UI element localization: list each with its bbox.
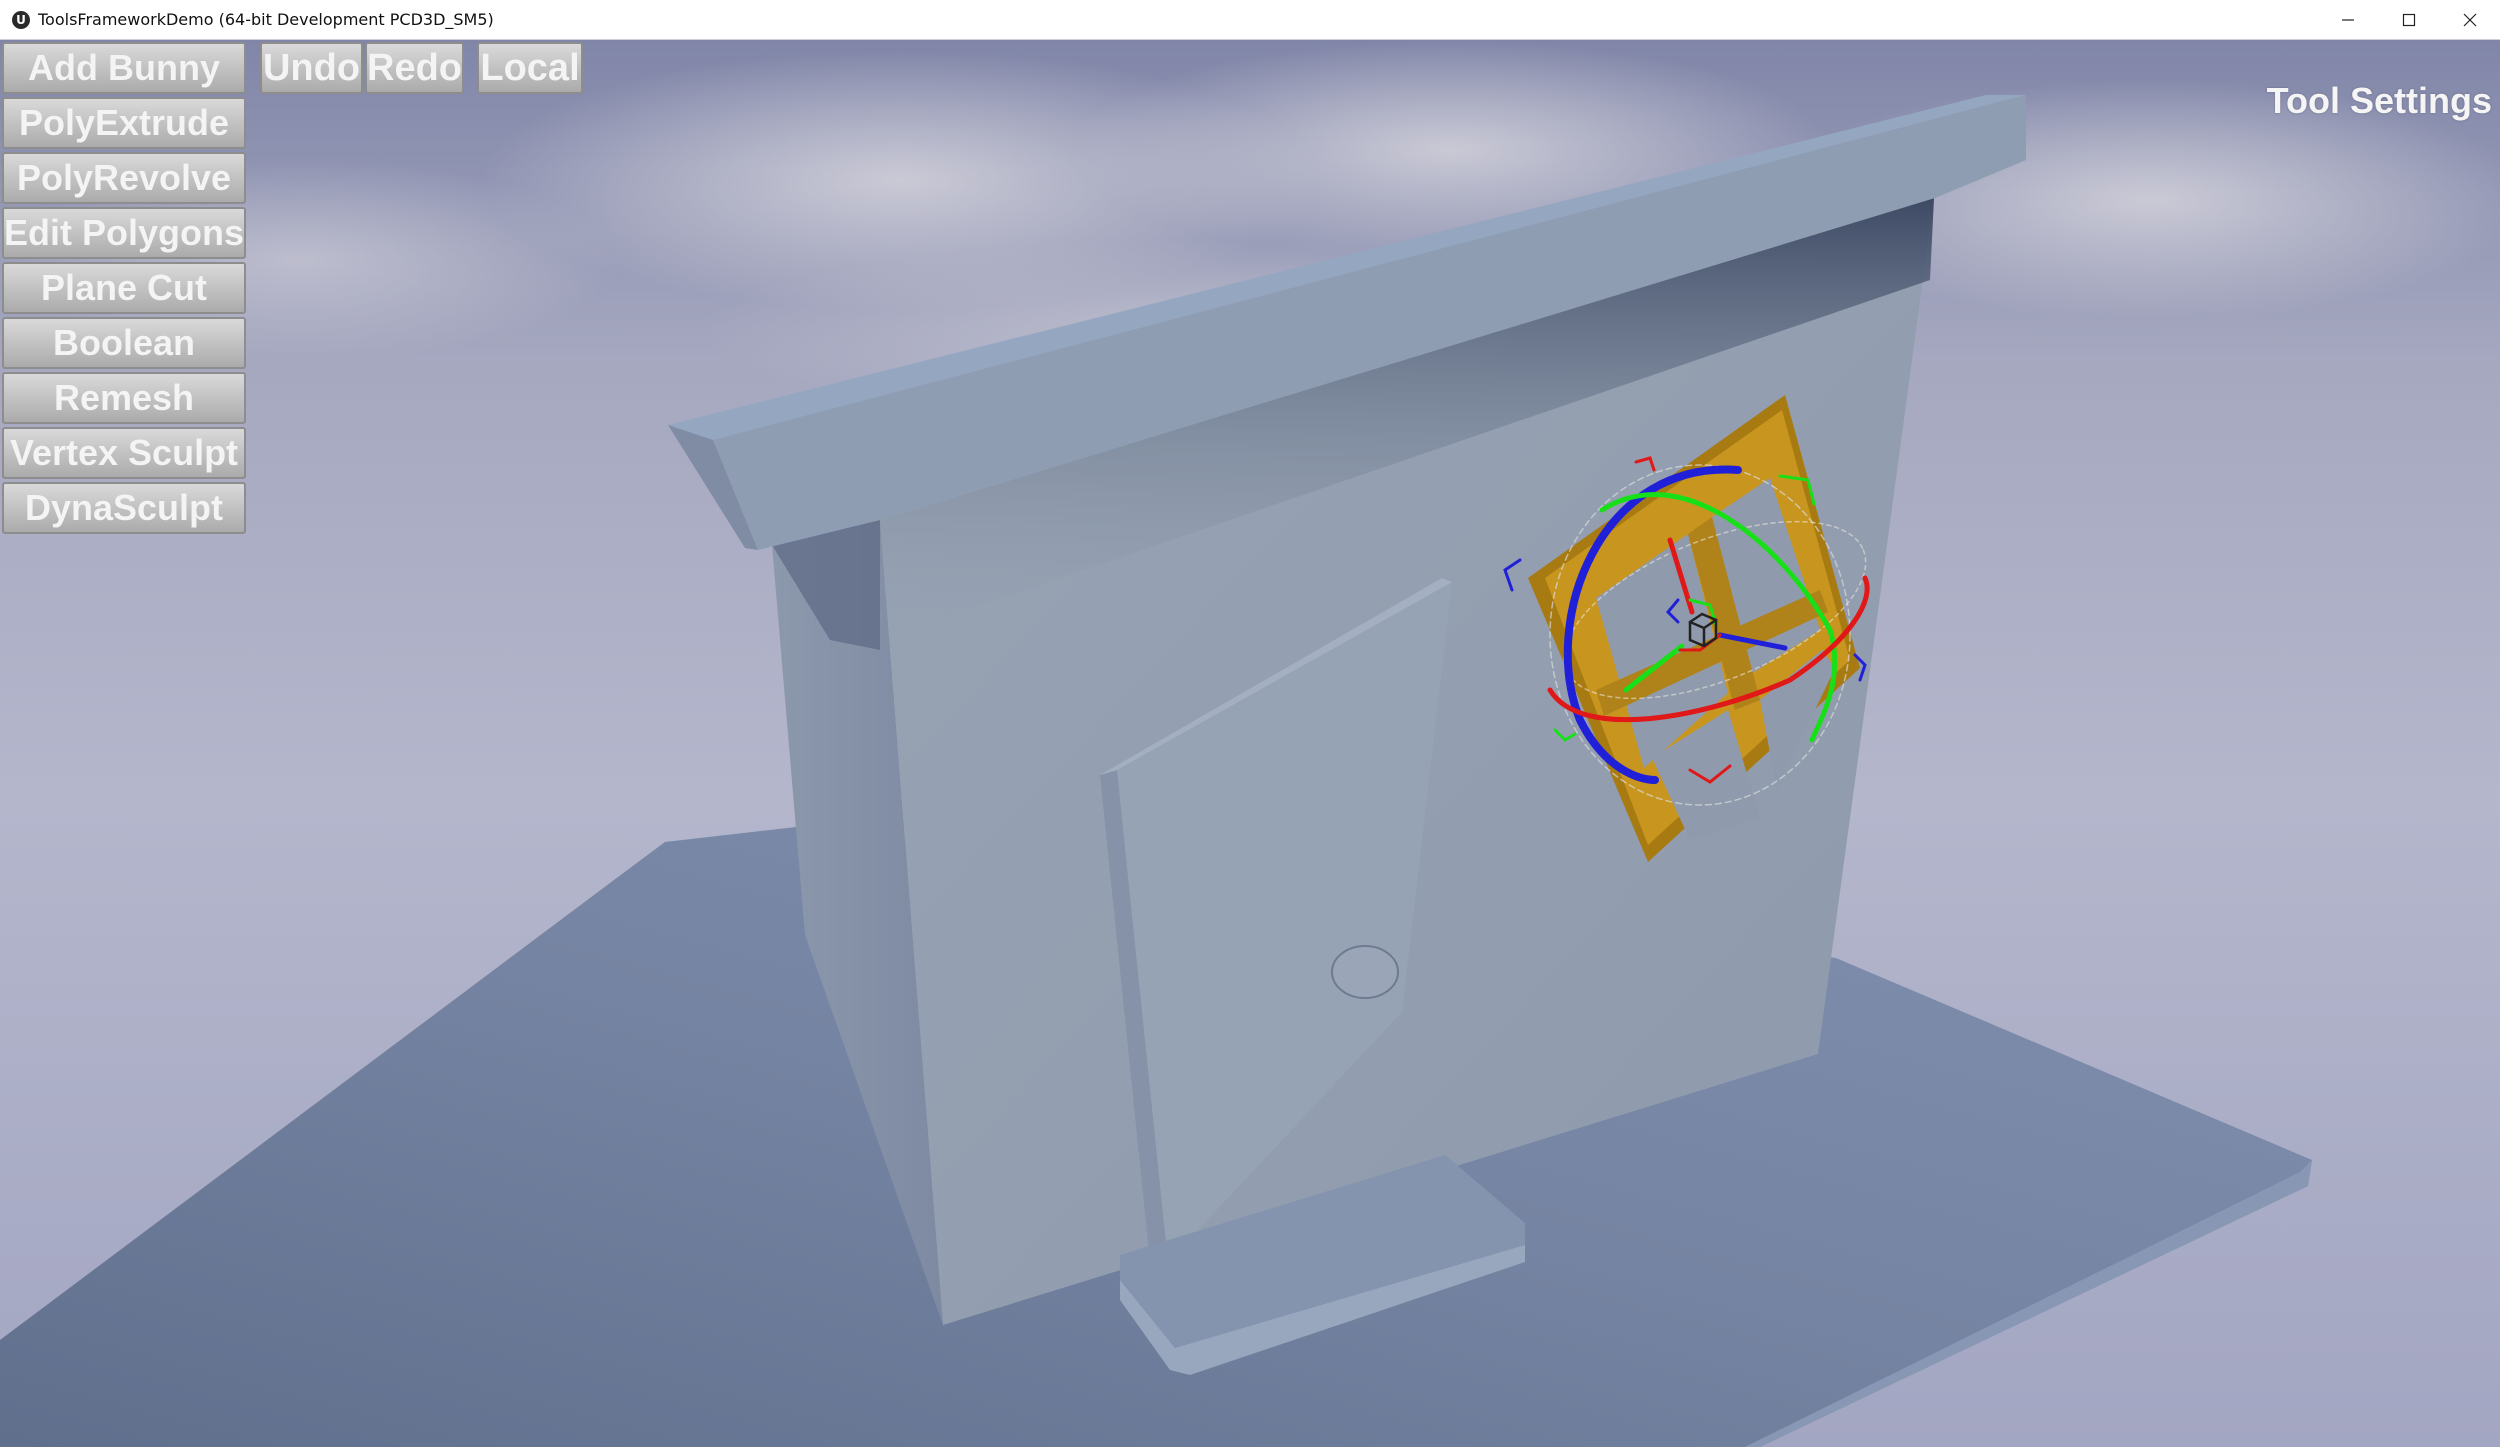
close-icon [2463, 13, 2476, 27]
window-title: ToolsFrameworkDemo (64-bit Development P… [38, 10, 494, 29]
edit-polygons-button[interactable]: Edit Polygons [2, 207, 246, 259]
vertex-sculpt-button[interactable]: Vertex Sculpt [2, 427, 246, 479]
minimize-button[interactable] [2317, 0, 2378, 40]
door-knob[interactable] [1331, 945, 1399, 999]
coordinate-space-toggle-button[interactable]: Local [477, 42, 583, 94]
unreal-engine-logo-icon: U [12, 10, 30, 29]
maximize-button[interactable] [2378, 0, 2439, 40]
maximize-icon [2402, 13, 2415, 27]
window-controls [2317, 0, 2500, 40]
window-title-bar: U ToolsFrameworkDemo (64-bit Development… [0, 0, 2500, 40]
minimize-icon [2341, 19, 2354, 21]
redo-button[interactable]: Redo [365, 42, 464, 94]
plane-cut-button[interactable]: Plane Cut [2, 262, 246, 314]
add-bunny-button[interactable]: Add Bunny [2, 42, 246, 94]
3d-viewport[interactable]: Add Bunny PolyExtrude PolyRevolve Edit P… [0, 40, 2500, 1447]
close-button[interactable] [2439, 0, 2500, 40]
undo-button[interactable]: Undo [260, 42, 363, 94]
dynasculpt-button[interactable]: DynaSculpt [2, 482, 246, 534]
boolean-button[interactable]: Boolean [2, 317, 246, 369]
remesh-button[interactable]: Remesh [2, 372, 246, 424]
polyextrude-button[interactable]: PolyExtrude [2, 97, 246, 149]
tool-settings-panel-title[interactable]: Tool Settings [2267, 80, 2492, 122]
scene-render[interactable] [0, 40, 2500, 1447]
polyrevolve-button[interactable]: PolyRevolve [2, 152, 246, 204]
